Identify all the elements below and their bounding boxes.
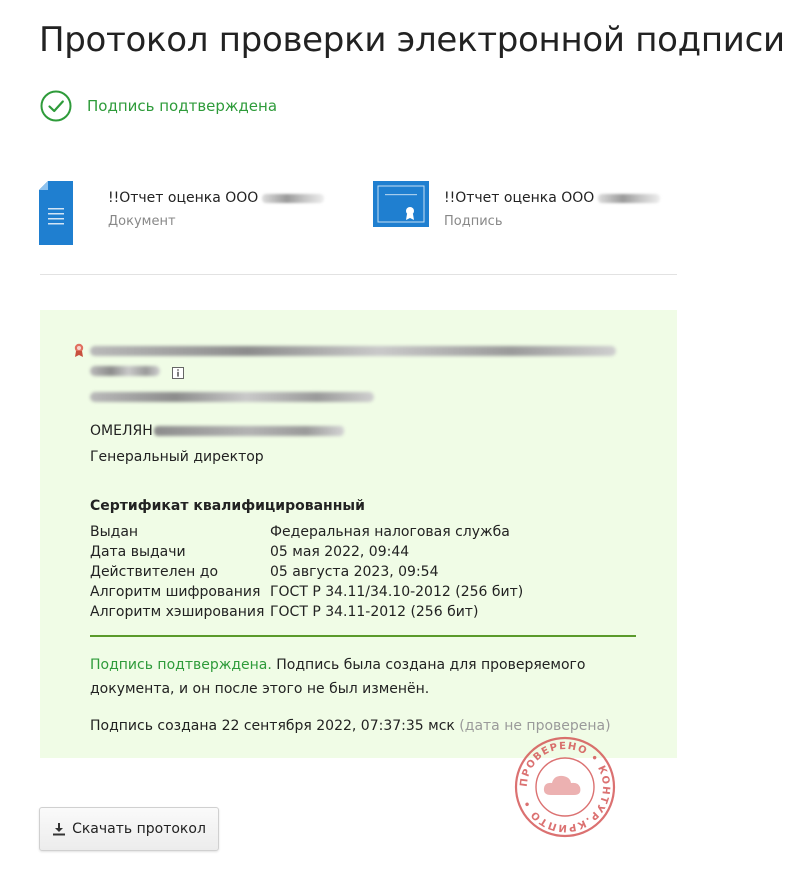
document-icon — [39, 181, 73, 245]
redacted-text — [153, 426, 344, 436]
signature-name[interactable]: !!Отчет оценка ООО — [444, 190, 661, 206]
owner-position: Генеральный директор — [90, 449, 264, 465]
check-circle-icon — [40, 90, 72, 122]
certificate-badge-icon — [74, 343, 84, 357]
result-separator — [90, 635, 636, 637]
redacted-certificate-org — [90, 366, 160, 376]
certificate-title: Сертификат квалифицированный — [90, 498, 365, 514]
detail-row: Действителен до 05 августа 2023, 09:54 — [90, 562, 523, 582]
redacted-certificate-name — [90, 346, 616, 356]
detail-value: ГОСТ Р 34.11/34.10-2012 (256 бит) — [270, 584, 524, 600]
download-icon — [53, 823, 66, 836]
signature-type: Подпись — [444, 214, 503, 229]
cloud-icon — [543, 775, 581, 795]
page-title: Протокол проверки электронной подписи — [39, 20, 785, 60]
verification-result-panel: ОМЕЛЯН Генеральный директор Сертификат к… — [40, 310, 677, 758]
redacted-text — [262, 193, 325, 203]
certificate-owner: ОМЕЛЯН — [90, 423, 344, 439]
info-icon[interactable] — [172, 367, 184, 379]
document-type: Документ — [108, 214, 176, 229]
verification-message: Подпись подтверждена. Подпись была созда… — [90, 653, 650, 701]
detail-row: Дата выдачи 05 мая 2022, 09:44 — [90, 542, 523, 562]
redacted-text — [598, 193, 661, 203]
verified-stamp: ПРОВЕРЕНО • КОНТУР.КРИПТО • — [514, 736, 616, 838]
detail-row: Выдан Федеральная налоговая служба — [90, 522, 523, 542]
status-text: Подпись подтверждена — [87, 97, 278, 115]
signature-certificate-icon — [373, 181, 429, 227]
download-label: Скачать протокол — [72, 821, 206, 837]
created-date-note: (дата не проверена) — [459, 718, 611, 734]
detail-label: Дата выдачи — [90, 544, 186, 560]
document-name[interactable]: !!Отчет оценка ООО — [108, 190, 325, 206]
download-protocol-button[interactable]: Скачать протокол — [39, 807, 219, 851]
divider — [40, 274, 677, 275]
detail-value: 05 августа 2023, 09:54 — [270, 564, 439, 580]
verification-status: Подпись подтверждена — [40, 89, 277, 123]
detail-value: ГОСТ Р 34.11-2012 (256 бит) — [270, 604, 479, 620]
detail-value: Федеральная налоговая служба — [270, 524, 510, 540]
detail-label: Выдан — [90, 524, 139, 540]
detail-row: Алгоритм шифрования ГОСТ Р 34.11/34.10-2… — [90, 582, 523, 602]
document-file[interactable]: !!Отчет оценка ООО Документ — [39, 181, 325, 245]
certificate-details: Выдан Федеральная налоговая служба Дата … — [90, 522, 523, 622]
detail-row: Алгоритм хэширования ГОСТ Р 34.11-2012 (… — [90, 602, 523, 622]
verification-status-text: Подпись подтверждена. — [90, 657, 272, 673]
detail-label: Алгоритм хэширования — [90, 604, 265, 620]
detail-label: Действителен до — [90, 564, 219, 580]
signature-file[interactable]: !!Отчет оценка ООО Подпись — [373, 181, 661, 229]
redacted-certificate-address — [90, 392, 374, 402]
detail-value: 05 мая 2022, 09:44 — [270, 544, 410, 560]
created-date: Подпись создана 22 сентября 2022, 07:37:… — [90, 718, 455, 734]
detail-label: Алгоритм шифрования — [90, 584, 261, 600]
signature-created: Подпись создана 22 сентября 2022, 07:37:… — [90, 718, 611, 734]
